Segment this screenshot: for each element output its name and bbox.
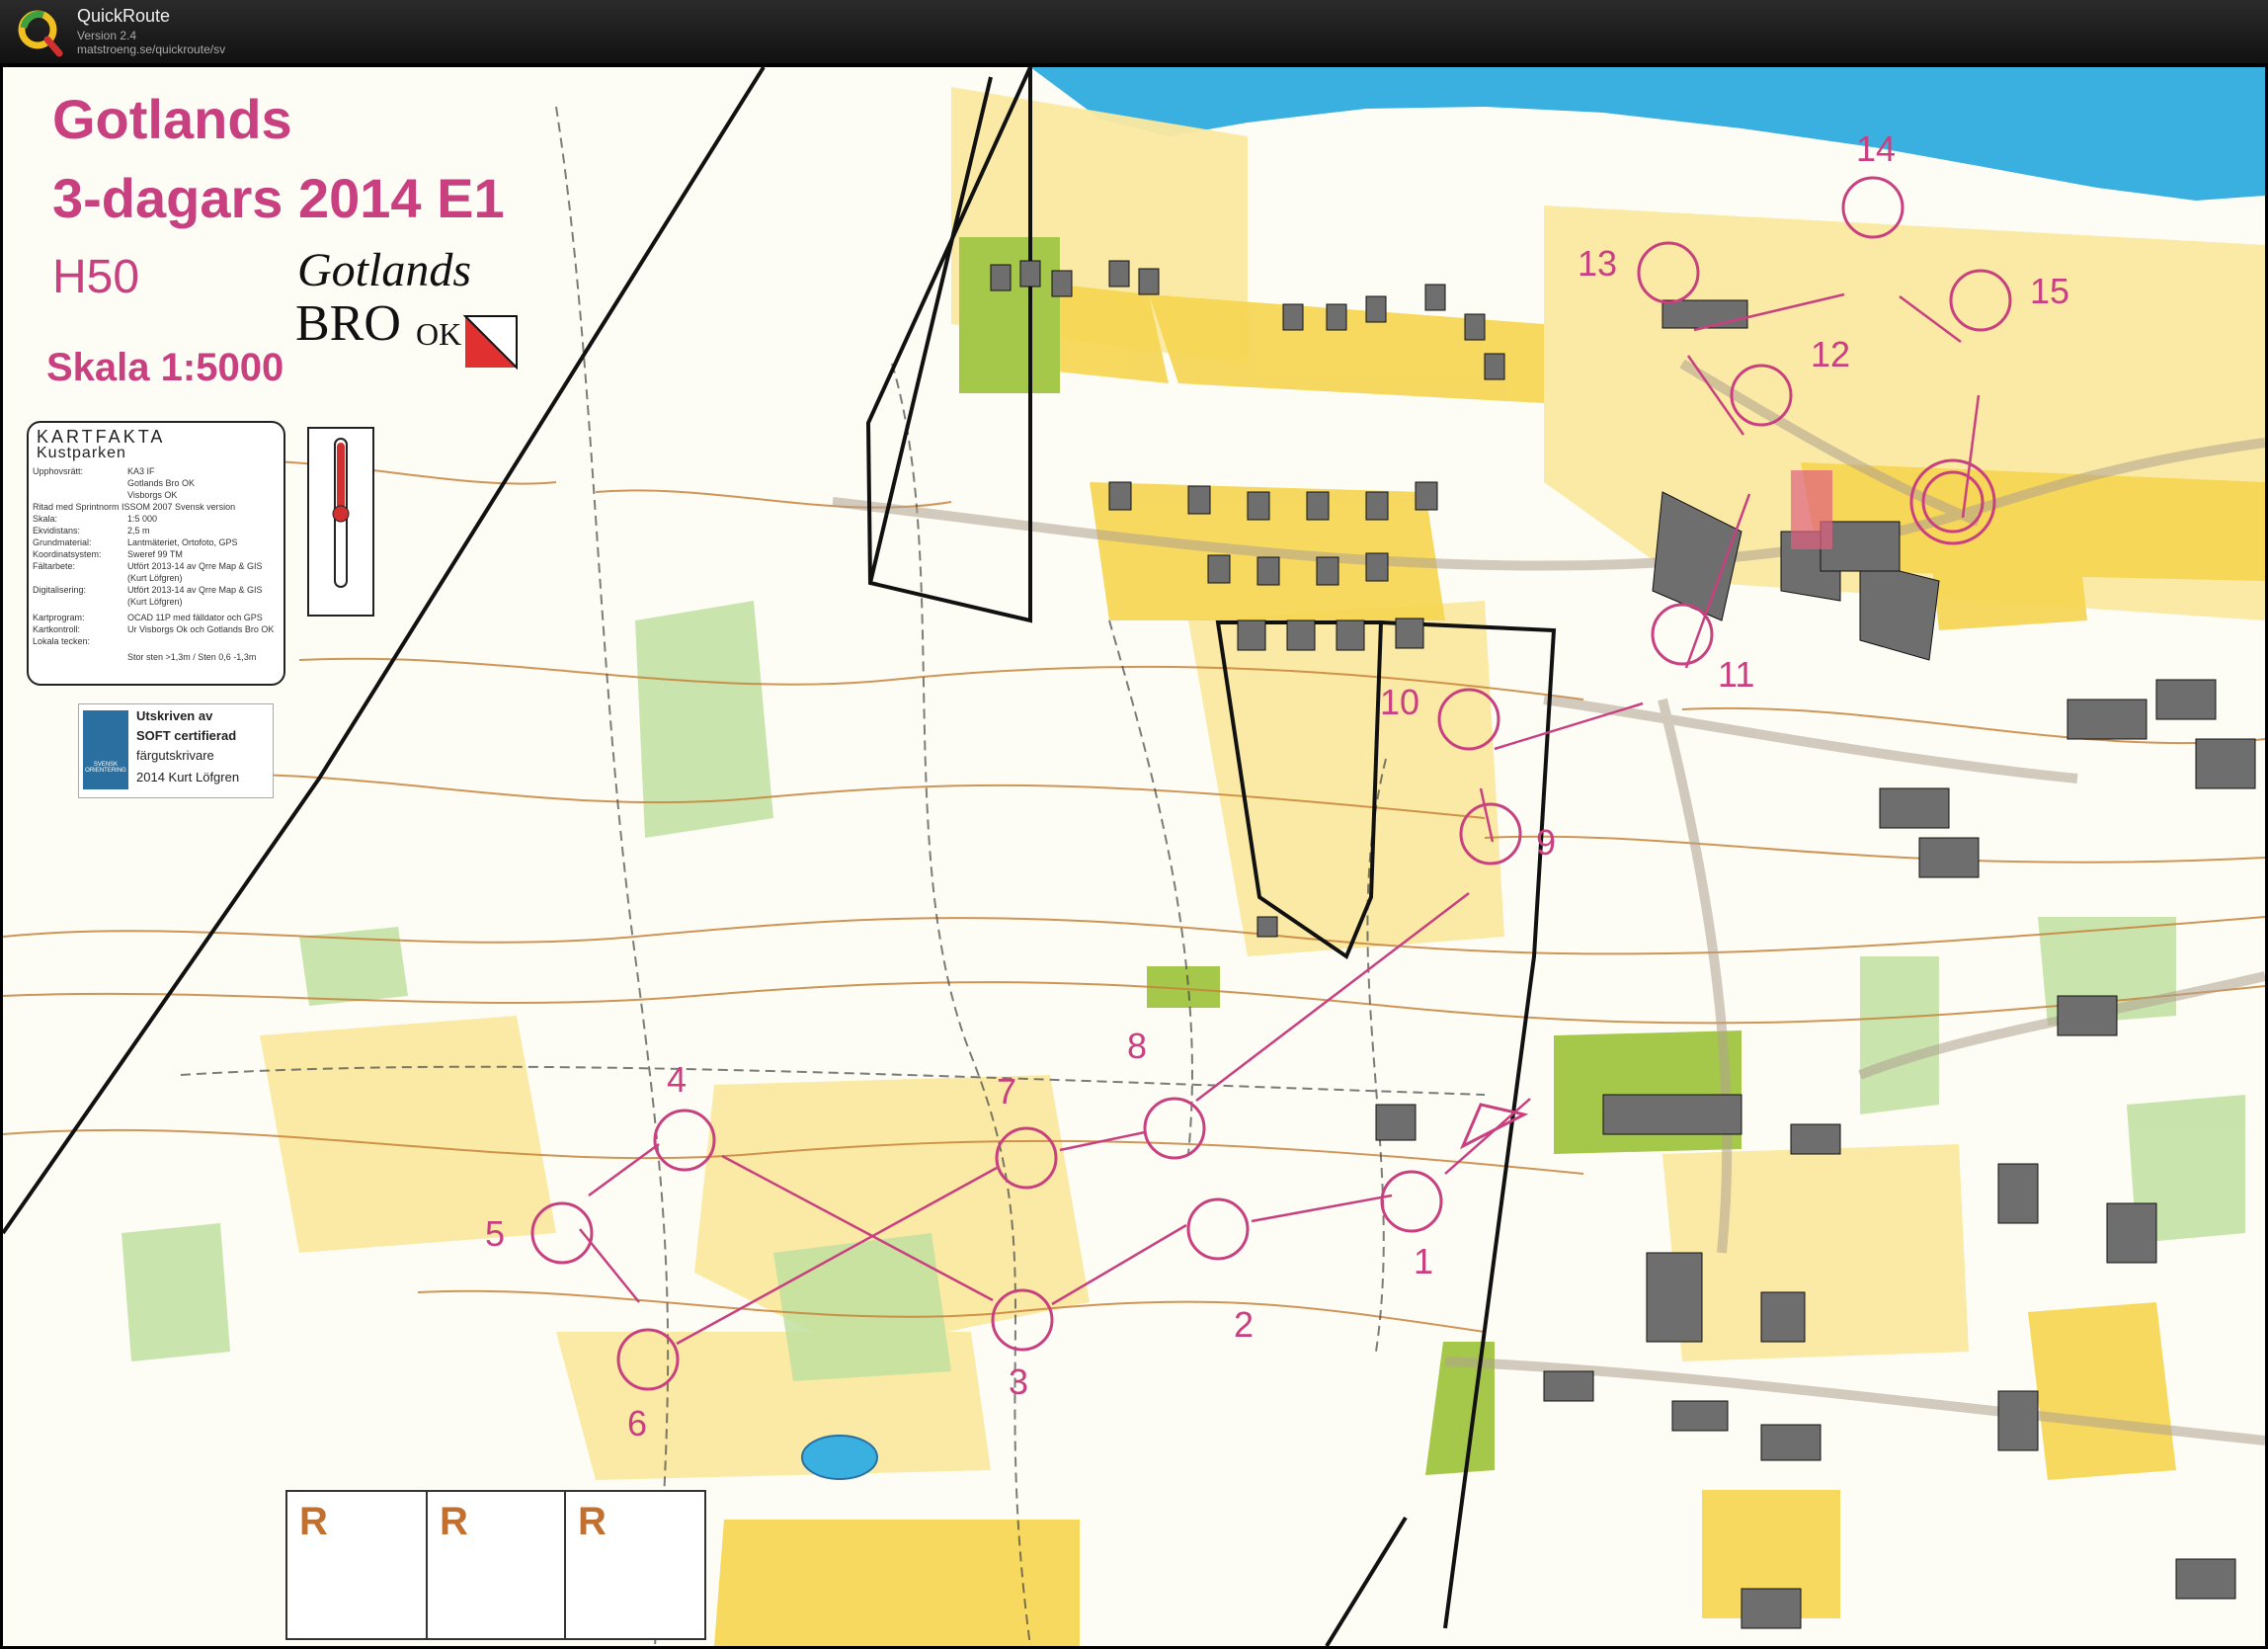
kartfakta-subtitle: Kustparken (37, 445, 126, 461)
kartfakta-label: Lokala tecken: (33, 636, 91, 646)
app-url[interactable]: matstroeng.se/quickroute/sv (77, 42, 225, 56)
kartfakta-box: KARTFAKTA Kustparken Upphovsrätt: KA3 IF… (27, 421, 285, 686)
club-logo-line1: Gotlands (297, 244, 472, 296)
kartfakta-value: Ur Visborgs Ok och Gotlands Bro OK (127, 624, 275, 634)
kartfakta-value: 1:5 000 (127, 514, 158, 524)
north-arrow-icon (307, 427, 374, 617)
kartfakta-value: Lantmäteriet, Ortofoto, GPS (127, 537, 238, 547)
kartfakta-label: Kartkontroll: (33, 624, 81, 634)
olive-area (1554, 1031, 1742, 1154)
kartfakta-value: 2,5 m (127, 526, 150, 536)
control-number: 6 (627, 1403, 648, 1443)
restricted-box: R (426, 1490, 568, 1640)
control-flag-icon (463, 315, 518, 370)
restricted-label: R (299, 1500, 328, 1543)
map-view[interactable]: Gotlands 3-dagars 2014 E1 H50 Skala 1:50… (3, 67, 2265, 1646)
club-logo-line2: BRO (295, 295, 401, 352)
control-number: 3 (1009, 1361, 1029, 1402)
kartfakta-value: Utfört 2013-14 av Qrre Map & GIS (127, 561, 263, 571)
title-bar: QuickRoute Version 2.4 matstroeng.se/qui… (0, 0, 2268, 63)
kartfakta-label: Upphovsrätt: (33, 466, 84, 476)
kartfakta-value: (Kurt Löfgren) (127, 573, 183, 583)
soft-notice: SVENSK ORIENTERING Utskriven av SOFT cer… (78, 703, 274, 798)
kartfakta-value: KA3 IF (127, 466, 155, 476)
app-title: QuickRoute (77, 6, 171, 26)
control-number: 8 (1127, 1026, 1148, 1066)
control-number: 14 (1856, 128, 1897, 169)
map-scale: Skala 1:5000 (46, 346, 284, 389)
control-number: 11 (1718, 654, 1755, 695)
control-number: 1 (1414, 1241, 1434, 1281)
kartfakta-value: Gotlands Bro OK (127, 478, 196, 488)
kartfakta-value: Visborgs OK (127, 490, 178, 500)
kartfakta-value: OCAD 11P med fälldator och GPS (127, 613, 263, 622)
control-number: 4 (667, 1059, 688, 1100)
svensk-orientering-badge: SVENSK ORIENTERING (83, 710, 128, 789)
kartfakta-label: Ritad med Sprintnorm ISSOM 2007 Svensk v… (33, 502, 236, 512)
kartfakta-label: Koordinatsystem: (33, 549, 102, 559)
event-title-line2: 3-dagars 2014 E1 (52, 167, 505, 229)
course-class: H50 (52, 251, 140, 303)
kartfakta-label: Ekvidistans: (33, 526, 81, 536)
kartfakta-label: Skala: (33, 514, 58, 524)
kartfakta-label: Grundmaterial: (33, 537, 92, 547)
kartfakta-value: Stor sten >1,3m / Sten 0,6 -1,3m (127, 652, 257, 662)
restricted-box: R (564, 1490, 706, 1640)
control-number: 15 (2030, 271, 2070, 311)
restricted-label: R (440, 1500, 468, 1543)
club-logo-line3: OK (416, 316, 462, 352)
control-number: 10 (1380, 682, 1420, 722)
control-number: 13 (1578, 243, 1618, 284)
app-version: Version 2.4 (77, 29, 137, 42)
control-number: 12 (1811, 334, 1851, 374)
control-number: 9 (1536, 822, 1557, 863)
soft-line3: färgutskrivare (136, 748, 214, 763)
soft-line1: Utskriven av (136, 708, 213, 723)
kartfakta-label: Fältarbete: (33, 561, 76, 571)
kartfakta-value: Sweref 99 TM (127, 549, 183, 559)
event-title-line1: Gotlands (52, 88, 292, 150)
kartfakta-value: (Kurt Löfgren) (127, 597, 183, 607)
kartfakta-value: Utfört 2013-14 av Qrre Map & GIS (127, 585, 263, 595)
control-number: 5 (485, 1213, 506, 1254)
soft-line4: 2014 Kurt Löfgren (136, 770, 240, 784)
kartfakta-label: Kartprogram: (33, 613, 85, 622)
soft-line2: SOFT certifierad (136, 728, 237, 743)
control-number: 7 (997, 1071, 1017, 1112)
control-number: 2 (1234, 1304, 1255, 1345)
pond (801, 1435, 878, 1480)
quickroute-logo-icon (18, 10, 63, 57)
restricted-box: R (285, 1490, 428, 1640)
restricted-label: R (578, 1500, 607, 1543)
kartfakta-label: Digitalisering: (33, 585, 87, 595)
